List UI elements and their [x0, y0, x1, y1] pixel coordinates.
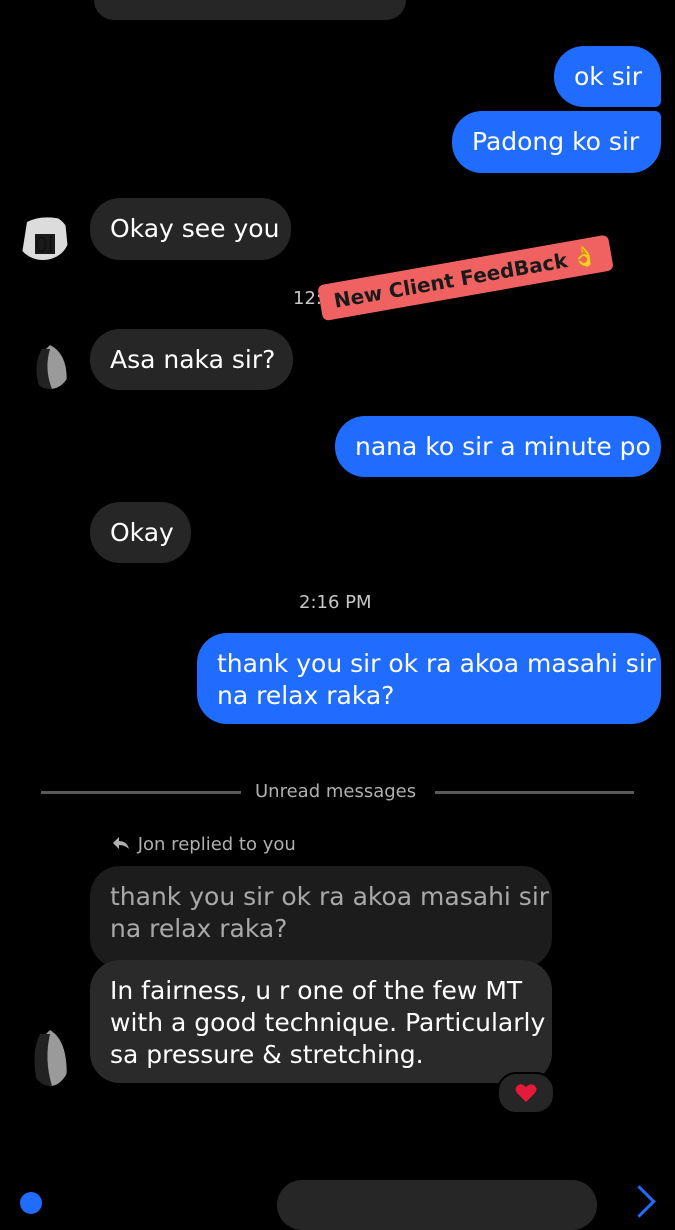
message-bubble-incoming[interactable]: Okay: [90, 502, 191, 563]
sticker-text: New Client FeedBack: [331, 248, 570, 313]
sticker-label: New Client FeedBack 👌: [317, 234, 614, 322]
reply-label: Jon replied to you: [137, 834, 296, 855]
message-bubble-outgoing[interactable]: thank you sir ok ra akoa masahi sir na r…: [197, 633, 661, 724]
reply-header: Jon replied to you: [112, 834, 296, 855]
sender-avatar[interactable]: [30, 1030, 70, 1086]
left-action-icon[interactable]: [20, 1192, 42, 1214]
divider-line-right: [435, 791, 634, 794]
message-text-line: na relax raka?: [217, 681, 395, 710]
unread-messages-label: Unread messages: [255, 781, 417, 802]
sender-avatar[interactable]: 0l: [17, 214, 69, 260]
sender-avatar[interactable]: [30, 345, 70, 389]
svg-text:0l: 0l: [35, 233, 53, 257]
quoted-text-line: thank you sir ok ra akoa masahi sir: [110, 882, 550, 911]
timestamp: 2:16 PM: [299, 592, 372, 613]
message-text: nana ko sir a minute po: [355, 432, 651, 461]
reply-arrow-icon: [112, 834, 132, 855]
message-bubble-incoming[interactable]: Asa naka sir?: [90, 329, 293, 390]
avatar-image: 0l: [21, 217, 69, 260]
new-client-feedback-sticker: New Client FeedBack 👌: [314, 214, 628, 322]
heart-reaction[interactable]: [497, 1072, 555, 1114]
avatar-image: [36, 345, 67, 389]
message-bubble-outgoing[interactable]: Padong ko sir: [452, 111, 661, 173]
quoted-text-line: na relax raka?: [110, 914, 288, 943]
message-text-line: sa pressure & stretching.: [110, 1040, 424, 1069]
divider-line-left: [41, 791, 241, 794]
message-text-line: In fairness, u r one of the few MT: [110, 976, 523, 1005]
message-text-line: thank you sir ok ra akoa masahi sir: [217, 649, 657, 678]
partial-message-bubble[interactable]: [94, 0, 406, 20]
message-text-line: with a good technique. Particularly: [110, 1008, 546, 1037]
ok-hand-icon: 👌: [570, 242, 599, 271]
message-text: Asa naka sir?: [110, 345, 276, 374]
message-bubble-outgoing[interactable]: nana ko sir a minute po: [335, 416, 661, 477]
avatar-image: [34, 1030, 67, 1086]
message-bubble-outgoing[interactable]: ok sir: [554, 46, 661, 107]
message-text: Padong ko sir: [472, 127, 640, 156]
message-text: Okay see you: [110, 214, 280, 243]
message-text: Okay: [110, 518, 174, 547]
quoted-message-bubble[interactable]: thank you sir ok ra akoa masahi sir na r…: [90, 866, 552, 968]
message-text: ok sir: [574, 62, 642, 91]
message-bubble-incoming[interactable]: In fairness, u r one of the few MT with …: [90, 960, 552, 1083]
message-bubble-incoming[interactable]: Okay see you: [90, 198, 291, 260]
composer-partial[interactable]: [277, 1180, 597, 1230]
send-icon[interactable]: [623, 1185, 656, 1218]
heart-icon: [515, 1084, 537, 1102]
